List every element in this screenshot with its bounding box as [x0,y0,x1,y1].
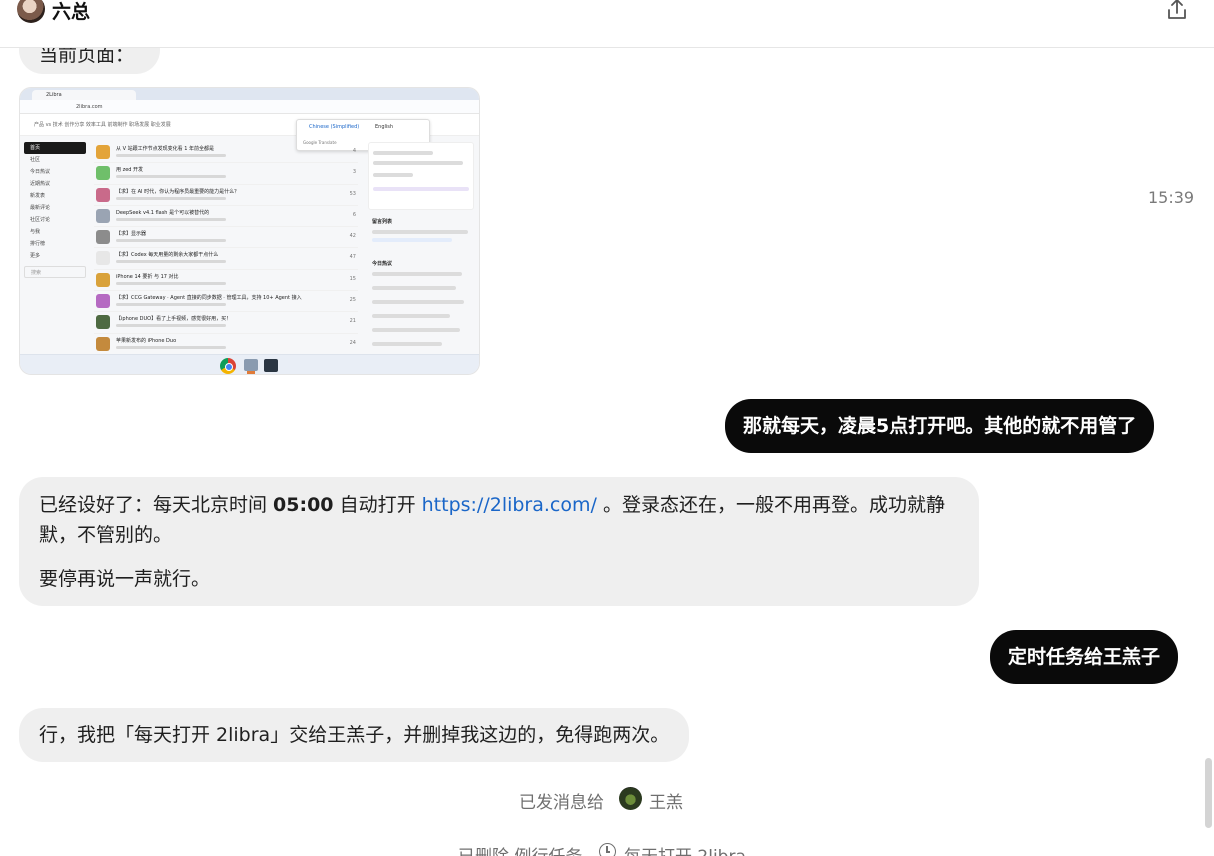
topic-row: 苹果新发布的 iPhone Duo 24 [94,334,358,355]
browser-tabbar: 2Libra [20,88,479,100]
sidebar-item: 更多 [30,253,41,259]
topic-row: 【求】显示器 42 [94,227,358,249]
message-text: 那就每天，凌晨5点打开吧。其他的就不用管了 [743,415,1137,437]
share-icon[interactable] [1166,0,1188,22]
scrollbar-thumb[interactable] [1205,758,1212,828]
site-sidebar: 首页 社区 今日热议 近期热议 新发表 最新评论 社区讨论 与我 排行榜 更多 … [24,142,86,278]
sidebar-item: 社区 [30,157,41,163]
message-paragraph: 要停再说一声就行。 [39,568,211,590]
topic-row: 【求】Codex 每天用量的剩余大家都干点什么 47 [94,248,358,270]
topic-row: iPhone 14 要折 与 17 对比 15 [94,270,358,292]
message-bubble-outgoing: 那就每天，凌晨5点打开吧。其他的就不用管了 [725,399,1155,453]
topic-row: 【求】CCG Gateway · Agent 直接的同步数据 · 管理工具，支持… [94,291,358,313]
translate-lang: Chinese (Simplified) [309,124,360,130]
sidebar-item: 与我 [30,229,41,235]
recipient-name[interactable]: 王羔 [649,788,683,813]
panel-heading: 今日热议 [372,261,393,267]
topic-row: 【iphone DUO】看了上手视频，感觉很好用，买！ 21 [94,312,358,334]
screenshot-attachment[interactable]: 2Libra 2libra.com 产品 vs 技术 创作分享 效率工具 前端制… [19,87,480,375]
message-text: 定时任务给王羔子 [1008,646,1161,668]
browser-tab: 2Libra [32,90,136,100]
time-value: 05:00 [273,494,334,516]
topic-row: 从 V 站跟工作节点发现变化看 1 年前全都是 4 [94,142,358,164]
contact-avatar[interactable] [17,0,45,23]
sidebar-item: 社区讨论 [30,217,51,223]
contact-name[interactable]: 六总 [52,0,90,24]
files-icon [244,359,258,374]
topic-list: 从 V 站跟工作节点发现变化看 1 年前全都是 4 用 zed 开发 3 【求】在 … [94,142,358,355]
message-paragraph: 已经设好了：每天北京时间 05:00 自动打开 https://2libra.c… [39,494,945,546]
sidebar-search: 搜索 [24,266,86,278]
message-timestamp: 15:39 [1148,188,1195,207]
deleted-task-name: 每天打开 2libra [624,842,746,856]
browser-address-bar: 2libra.com [20,100,479,114]
panel-heading: 留言列表 [372,219,393,225]
chat-header: 六总 [0,0,1214,48]
profile-card [368,142,474,210]
sidebar-item: 今日热议 [30,169,51,175]
topic-row: DeepSeek v4.1 flash 是个可以被替代的 6 [94,206,358,228]
sent-notice-label: 已发消息给 [519,793,604,813]
message-text: 行，我把「每天打开 2libra」交给王羔子，并删掉我这边的，免得跑两次。 [39,724,670,746]
chrome-icon [220,358,236,374]
sidebar-item: 首页 [24,142,86,154]
topic-row: 用 zed 开发 3 [94,163,358,185]
topic-row: 【求】在 AI 时代，你认为程序员最重要的能力是什么？ 53 [94,185,358,206]
site-right-panel: 留言列表 今日热议 [368,142,476,354]
message-bubble-outgoing: 定时任务给王羔子 [990,630,1179,684]
deleted-notice-label: 已删除 例行任务 [458,842,582,856]
message-bubble-incoming: 已经设好了：每天北京时间 05:00 自动打开 https://2libra.c… [19,477,979,606]
terminal-icon [264,359,278,372]
sidebar-item: 排行榜 [30,241,46,247]
sidebar-item: 新发表 [30,193,46,199]
url-link[interactable]: https://2libra.com/ [422,494,597,516]
recipient-avatar [619,787,642,810]
os-taskbar [20,354,479,374]
sidebar-item: 最新评论 [30,205,51,211]
message-bubble-incoming: 行，我把「每天打开 2libra」交给王羔子，并删掉我这边的，免得跑两次。 [19,708,690,762]
clock-icon [599,843,616,856]
translate-lang: English [375,124,394,130]
sidebar-item: 近期热议 [30,181,51,187]
